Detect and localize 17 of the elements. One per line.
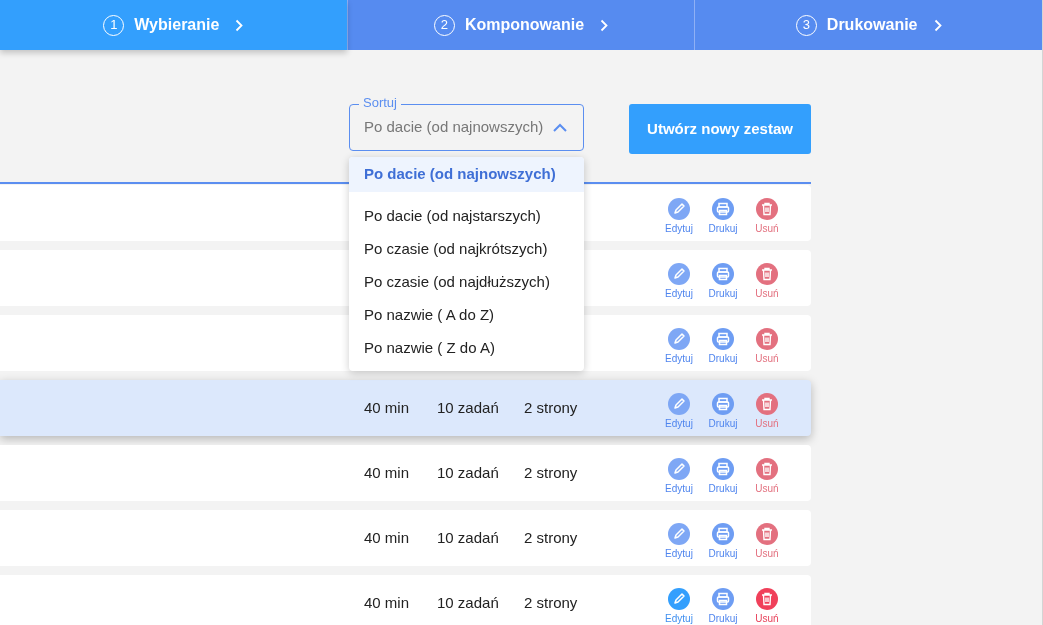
task-count-cell-text: 10 zadań: [437, 592, 500, 613]
step-label: Wybieranie: [134, 15, 220, 35]
step-label: Drukowanie: [826, 15, 918, 35]
sort-value: Po dacie (od najnowszych): [364, 117, 544, 138]
page-count-cell-text: 2 strony: [524, 462, 579, 483]
page-count-cell-text: 2 strony: [524, 527, 579, 548]
duration-cell-text: 40 min: [364, 462, 411, 483]
page-count-cell-text: 2 strony: [524, 592, 579, 613]
step-label: Komponowanie: [464, 15, 585, 35]
sort-label: Sortuj: [359, 95, 401, 111]
task-count-cell-text: 10 zadań: [437, 397, 500, 418]
page-count-cell-text: 2 strony: [524, 397, 579, 418]
duration-cell-text: 40 min: [364, 592, 411, 613]
duration-cell-text: 40 min: [364, 397, 411, 418]
task-count-cell-text: 10 zadań: [437, 462, 500, 483]
duration-cell-text: 40 min: [364, 527, 411, 548]
task-count-cell-text: 10 zadań: [437, 527, 500, 548]
